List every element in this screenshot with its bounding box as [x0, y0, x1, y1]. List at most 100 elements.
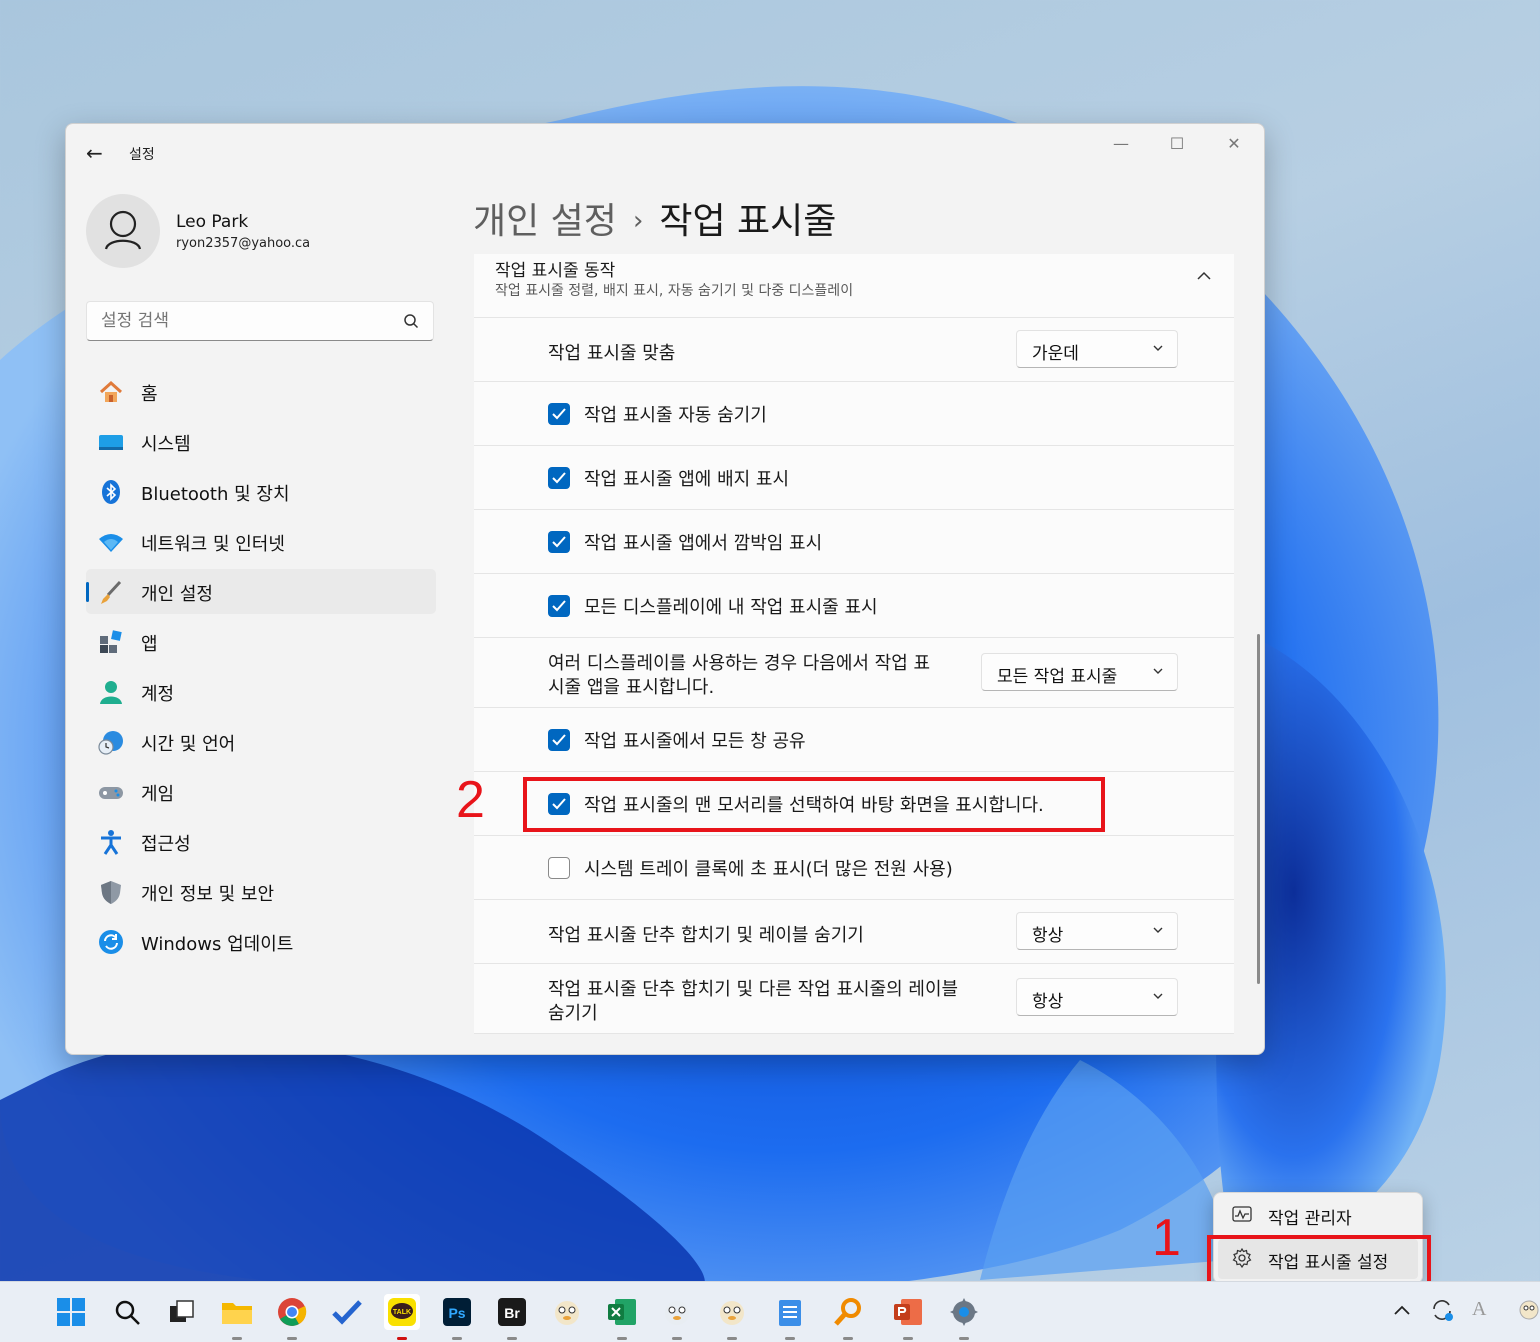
- section-subtitle: 작업 표시줄 정렬, 배지 표시, 자동 숨기기 및 다중 디스플레이: [495, 283, 854, 299]
- settings-search-box[interactable]: [86, 301, 434, 341]
- sidebar-item-label: 개인 정보 및 보안: [141, 884, 275, 905]
- app-button[interactable]: [659, 1294, 695, 1340]
- taskbar-search-button[interactable]: [109, 1294, 145, 1330]
- sidebar-item-home[interactable]: 홈: [86, 369, 436, 414]
- menu-item-task-manager[interactable]: 작업 관리자: [1218, 1195, 1418, 1235]
- bridge-label: Br: [504, 1305, 520, 1321]
- sidebar-item-time-language[interactable]: 시간 및 언어: [86, 719, 436, 764]
- file-explorer-button[interactable]: [219, 1294, 255, 1340]
- bridge-button[interactable]: Br: [494, 1294, 530, 1340]
- powerpoint-button[interactable]: [890, 1294, 926, 1340]
- setting-label: 작업 표시줄 자동 숨기기: [584, 405, 767, 426]
- kakaotalk-icon: TALK: [388, 1298, 416, 1326]
- breadcrumb: 개인 설정 › 작업 표시줄: [473, 192, 836, 244]
- badges-row: 작업 표시줄 앱에 배지 표시: [474, 446, 1234, 510]
- checkmark-icon: [552, 600, 566, 612]
- auto-hide-checkbox[interactable]: [548, 403, 570, 425]
- chevron-down-icon: [1153, 345, 1163, 351]
- minimize-button[interactable]: —: [1099, 132, 1143, 156]
- back-arrow-icon[interactable]: ←: [86, 142, 108, 164]
- app-title: 설정: [129, 147, 155, 163]
- character-app-icon: [555, 1301, 579, 1325]
- multi-display-dropdown[interactable]: 모든 작업 표시줄: [981, 653, 1178, 691]
- search-icon[interactable]: [403, 313, 419, 329]
- task-view-icon: [170, 1300, 194, 1322]
- task-manager-icon: [1232, 1206, 1252, 1222]
- apps-icon: [100, 630, 122, 653]
- sidebar-item-system[interactable]: 시스템: [86, 419, 436, 464]
- settings-button[interactable]: [946, 1294, 982, 1340]
- sync-icon: [1433, 1300, 1453, 1321]
- dropdown-value: 항상: [1032, 926, 1064, 946]
- close-button[interactable]: ✕: [1212, 132, 1256, 156]
- search-app-button[interactable]: [830, 1294, 866, 1340]
- search-input[interactable]: [99, 310, 393, 332]
- sidebar-item-label: 접근성: [141, 834, 191, 855]
- character-app-icon: [665, 1301, 689, 1325]
- app-button[interactable]: [549, 1294, 585, 1330]
- bluetooth-icon: [102, 480, 120, 504]
- share-window-checkbox[interactable]: [548, 729, 570, 751]
- todo-button[interactable]: [329, 1294, 365, 1330]
- photoshop-button[interactable]: Ps: [439, 1294, 475, 1340]
- sidebar-item-network[interactable]: 네트워크 및 인터넷: [86, 519, 436, 564]
- annotation-box-2: [523, 777, 1105, 832]
- breadcrumb-parent[interactable]: 개인 설정: [473, 201, 617, 242]
- sidebar-item-windows-update[interactable]: Windows 업데이트: [86, 919, 436, 964]
- annotation-step-1: 1: [1152, 1209, 1181, 1267]
- todo-icon: [332, 1300, 362, 1325]
- all-displays-checkbox[interactable]: [548, 595, 570, 617]
- combine-other-dropdown[interactable]: 항상: [1016, 978, 1178, 1016]
- section-title: 작업 표시줄 동작: [495, 261, 616, 281]
- running-indicator: [843, 1337, 853, 1340]
- alignment-dropdown[interactable]: 가운데: [1016, 330, 1178, 368]
- sidebar-item-personalization[interactable]: 개인 설정: [86, 569, 436, 614]
- setting-label-line2: 시줄 앱을 표시합니다.: [548, 677, 715, 698]
- avatar[interactable]: [86, 194, 160, 268]
- bridge-icon: Br: [498, 1298, 526, 1326]
- setting-label-line1: 여러 디스플레이를 사용하는 경우 다음에서 작업 표: [548, 653, 931, 674]
- sidebar-item-accounts[interactable]: 계정: [86, 669, 436, 714]
- excel-button[interactable]: [604, 1294, 640, 1340]
- magnifier-app-icon: [834, 1298, 861, 1326]
- sidebar-item-label: Bluetooth 및 장치: [141, 484, 290, 505]
- notepad-button[interactable]: [772, 1294, 808, 1340]
- taskbar-behaviors-header[interactable]: 작업 표시줄 동작 작업 표시줄 정렬, 배지 표시, 자동 숨기기 및 다중 …: [474, 254, 1234, 318]
- badges-checkbox[interactable]: [548, 467, 570, 489]
- show-hidden-icons-chevron[interactable]: [1393, 1298, 1411, 1322]
- font-tray-icon[interactable]: A: [1472, 1298, 1486, 1321]
- title-bar: ← 설정 — ☐ ✕: [66, 124, 1264, 184]
- task-view-button[interactable]: [164, 1294, 200, 1330]
- sidebar-item-label: 홈: [141, 384, 158, 405]
- setting-label: 작업 표시줄 앱에 배지 표시: [584, 469, 790, 490]
- tray-app-icon[interactable]: [1518, 1298, 1540, 1325]
- photoshop-icon: Ps: [443, 1298, 471, 1326]
- sidebar-item-apps[interactable]: 앱: [86, 619, 436, 664]
- sidebar-item-gaming[interactable]: 게임: [86, 769, 436, 814]
- maximize-button[interactable]: ☐: [1155, 132, 1199, 156]
- running-indicator: [397, 1337, 407, 1340]
- start-button[interactable]: [53, 1294, 89, 1330]
- sidebar-item-bluetooth[interactable]: Bluetooth 및 장치: [86, 469, 436, 514]
- show-seconds-checkbox[interactable]: [548, 857, 570, 879]
- sync-tray-icon[interactable]: [1430, 1298, 1454, 1327]
- kakaotalk-button[interactable]: TALK: [384, 1294, 420, 1340]
- annotation-step-2: 2: [456, 771, 485, 829]
- content-scrollbar[interactable]: [1257, 634, 1260, 984]
- sidebar-item-accessibility[interactable]: 접근성: [86, 819, 436, 864]
- user-email: ryon2357@yahoo.ca: [176, 236, 311, 251]
- chrome-button[interactable]: [274, 1294, 310, 1340]
- user-name: Leo Park: [176, 212, 249, 232]
- taskbar-alignment-row: 작업 표시줄 맞춤 가운데: [474, 318, 1234, 382]
- settings-content: 작업 표시줄 동작 작업 표시줄 정렬, 배지 표시, 자동 숨기기 및 다중 …: [474, 254, 1234, 1034]
- flashing-checkbox[interactable]: [548, 531, 570, 553]
- app-button[interactable]: [714, 1294, 750, 1340]
- chevron-up-icon[interactable]: [1196, 270, 1212, 282]
- menu-item-label: 작업 관리자: [1268, 1209, 1352, 1229]
- setting-label: 작업 표시줄 단추 합치기 및 레이블 숨기기: [548, 925, 864, 946]
- running-indicator: [785, 1337, 795, 1340]
- account-icon: [100, 681, 122, 704]
- checkmark-icon: [552, 472, 566, 484]
- sidebar-item-privacy[interactable]: 개인 정보 및 보안: [86, 869, 436, 914]
- combine-buttons-dropdown[interactable]: 항상: [1016, 912, 1178, 950]
